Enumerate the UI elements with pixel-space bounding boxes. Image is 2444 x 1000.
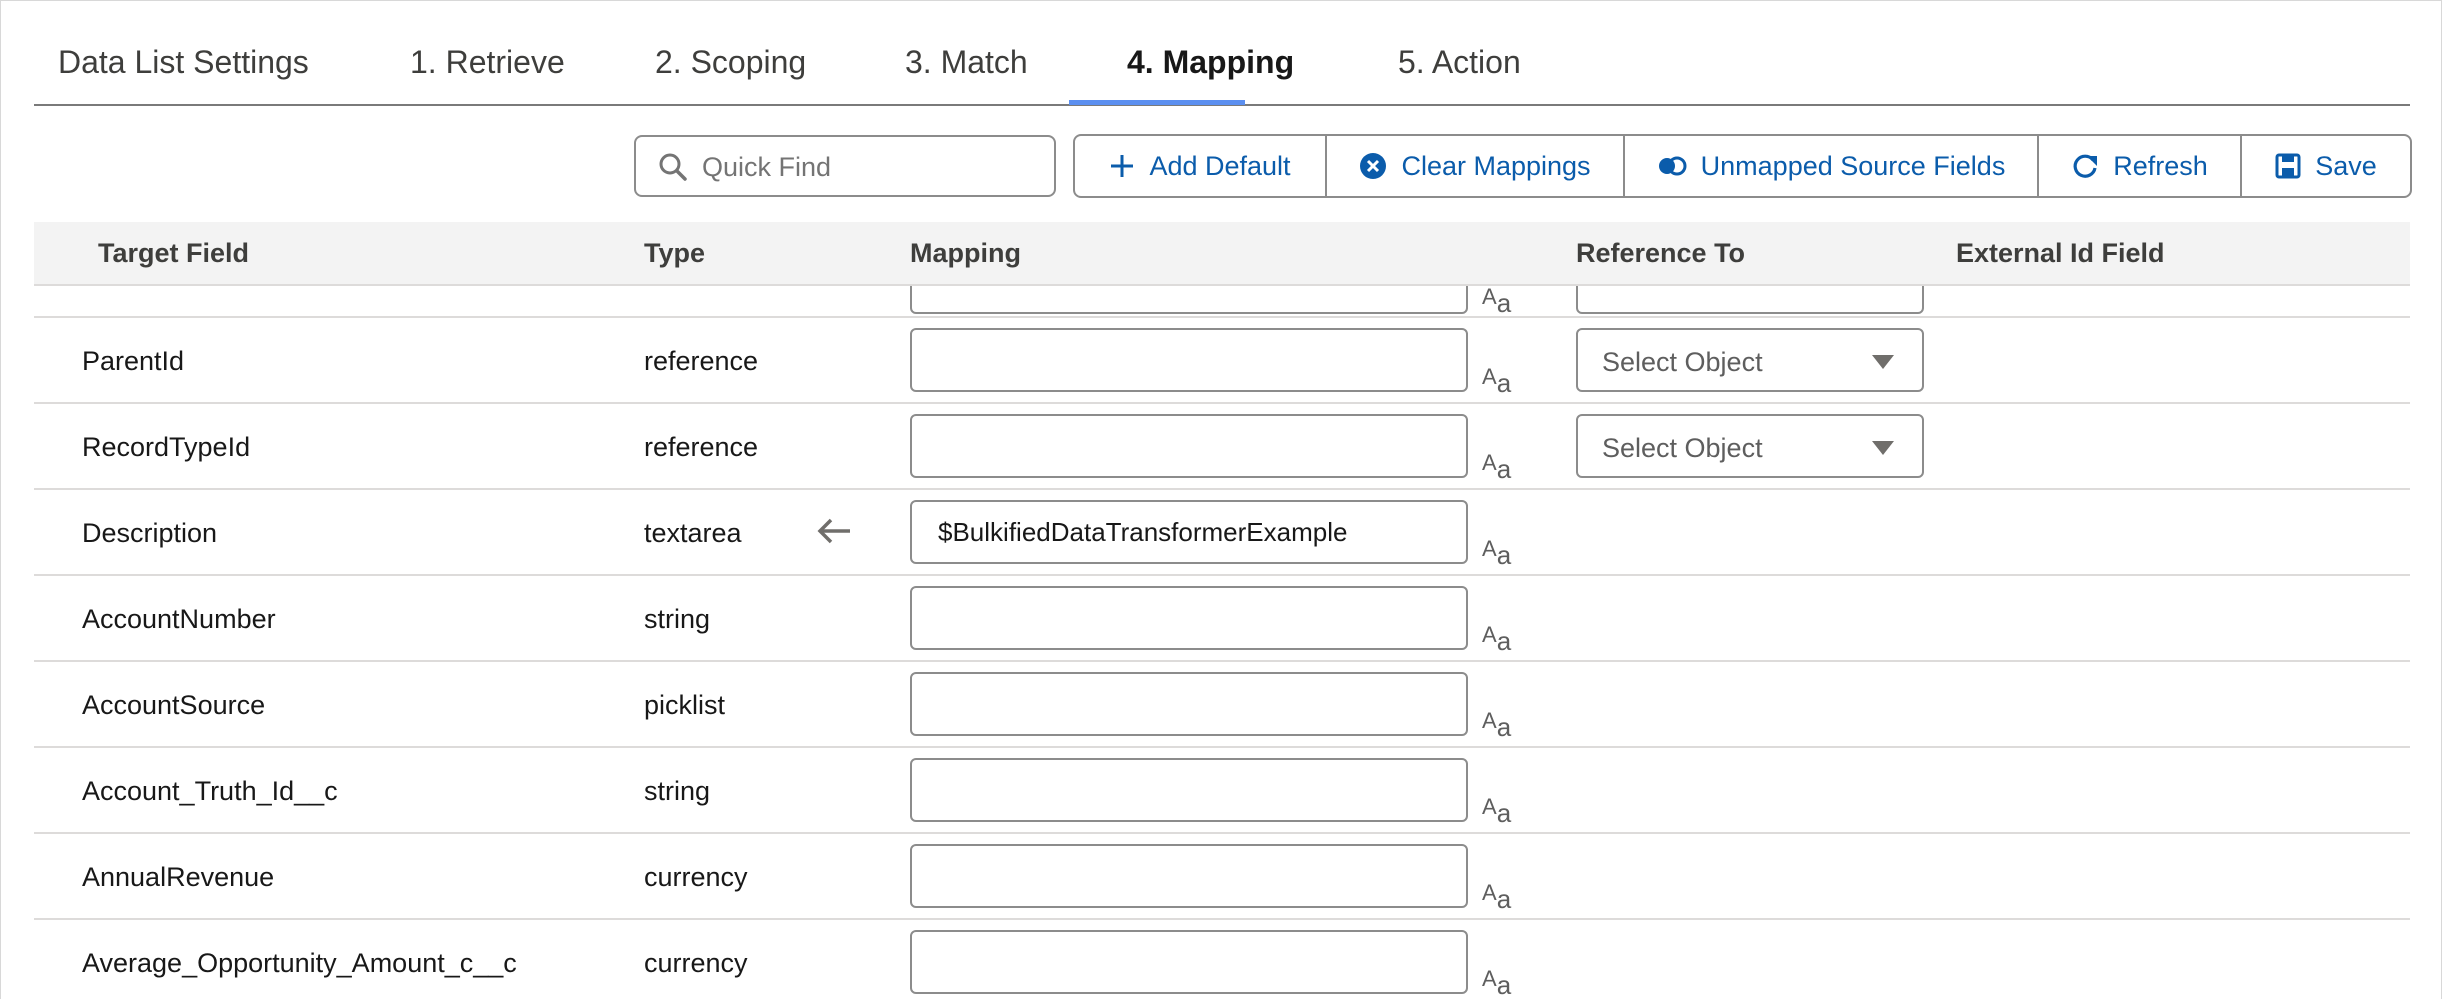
mapping-input[interactable] [910,672,1468,736]
table-row: AccountSource picklist Aa [34,662,2410,748]
text-format-icon: Aa [1482,286,1512,318]
mapping-input[interactable] [910,500,1468,564]
tab-mapping[interactable]: 4. Mapping [1127,44,1294,81]
mapping-input[interactable] [910,930,1468,994]
tab-match[interactable]: 3. Match [905,44,1028,81]
mapping-input[interactable] [910,414,1468,478]
text-format-icon: Aa [1482,880,1512,914]
table-row: Average_Opportunity_Amount_c__c currency… [34,920,2410,1000]
table-row: RecordTypeId reference Aa Select Object [34,404,2410,490]
field-type: currency [644,862,748,892]
arrow-left-icon [817,518,850,544]
save-icon [2275,153,2301,179]
plus-icon [1111,155,1134,177]
refresh-label: Refresh [2113,150,2208,181]
refresh-button[interactable]: Refresh [2039,136,2242,196]
table-row: ParentId reference Aa Select Object [34,318,2410,404]
mapping-table-body: Aa ParentId reference Aa Select Object R… [34,286,2410,1000]
quick-find-search[interactable] [634,135,1056,197]
quick-find-input[interactable] [700,145,1044,189]
mapping-input[interactable] [910,286,1468,314]
text-format-icon: Aa [1482,622,1512,656]
text-format-icon: Aa [1482,794,1512,828]
header-external-id-field[interactable]: External Id Field [1956,238,2165,269]
target-field-name: AccountSource [82,690,266,720]
field-type: textarea [644,518,742,548]
select-value: Select Object [1602,433,1763,463]
save-label: Save [2315,150,2377,181]
tab-bar: Data List Settings 1. Retrieve 2. Scopin… [34,0,2410,106]
reference-object-select[interactable]: Select Object [1576,328,1924,392]
header-reference-to[interactable]: Reference To [1576,238,1745,269]
text-format-icon: Aa [1482,708,1512,742]
mapping-input[interactable] [910,328,1468,392]
table-row: AnnualRevenue currency Aa [34,834,2410,920]
unmapped-source-fields-label: Unmapped Source Fields [1700,150,2006,181]
header-type[interactable]: Type [644,238,705,269]
table-row: AccountNumber string Aa [34,576,2410,662]
table-row: Account_Truth_Id__c string Aa [34,748,2410,834]
field-type: string [644,776,711,806]
target-field-name: ParentId [82,346,185,376]
field-type: string [644,604,711,634]
save-button[interactable]: Save [2242,136,2410,196]
refresh-icon [2073,154,2098,178]
clear-mappings-label: Clear Mappings [1401,150,1591,181]
unmapped-source-fields-button[interactable]: Unmapped Source Fields [1625,136,2039,196]
toggle-icon [1658,156,1687,176]
text-format-icon: Aa [1482,364,1512,398]
target-field-name: RecordTypeId [82,432,251,462]
select-value: Select Object [1602,347,1763,377]
add-default-label: Add Default [1149,150,1291,181]
text-format-icon: Aa [1482,966,1512,1000]
chevron-down-icon [1872,441,1894,455]
table-row: Description textarea Aa [34,490,2410,576]
tab-data-list-settings[interactable]: Data List Settings [58,44,309,81]
search-icon [659,153,687,181]
target-field-name: AccountNumber [82,604,276,634]
mapping-input[interactable] [910,844,1468,908]
header-mapping[interactable]: Mapping [910,238,1021,269]
reference-object-select[interactable] [1576,286,1924,314]
field-type: reference [644,346,759,376]
tab-scoping[interactable]: 2. Scoping [655,44,806,81]
tab-action[interactable]: 5. Action [1398,44,1521,81]
chevron-down-icon [1872,355,1894,369]
field-type: picklist [644,690,726,720]
field-type: currency [644,948,748,978]
reference-object-select[interactable]: Select Object [1576,414,1924,478]
field-type: reference [644,432,759,462]
tab-retrieve[interactable]: 1. Retrieve [410,44,565,81]
add-default-button[interactable]: Add Default [1075,136,1327,196]
target-field-name: AnnualRevenue [82,862,275,892]
target-field-name: Account_Truth_Id__c [82,776,338,806]
text-format-icon: Aa [1482,450,1512,484]
mapping-input[interactable] [910,586,1468,650]
clear-mappings-button[interactable]: Clear Mappings [1327,136,1625,196]
active-tab-indicator [1069,100,1245,105]
table-header: Target Field Type Mapping Reference To E… [34,222,2410,286]
text-format-icon: Aa [1482,536,1512,570]
close-circle-icon [1360,153,1387,179]
target-field-name: Average_Opportunity_Amount_c__c [82,948,517,978]
mapping-input[interactable] [910,758,1468,822]
target-field-name: Description [82,518,218,548]
table-row-partial: Aa [34,286,2410,318]
toolbar-button-group: Add Default Clear Mappings Unmapped Sour… [1073,134,2412,198]
header-target-field[interactable]: Target Field [98,238,249,269]
